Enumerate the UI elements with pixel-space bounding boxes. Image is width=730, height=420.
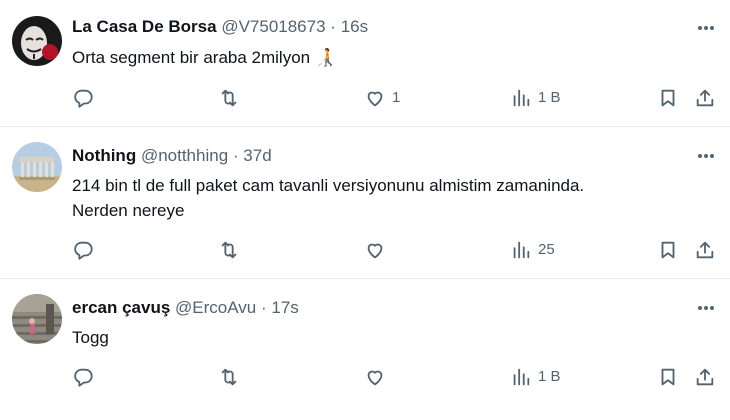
more-options-button[interactable] <box>696 18 716 38</box>
share-icon <box>696 368 714 386</box>
retweet-icon <box>221 241 237 259</box>
user-handle[interactable]: @V75018673 <box>221 17 325 36</box>
bookmark-button[interactable] <box>657 365 679 389</box>
tweet-text-line: 214 bin tl de full paket cam tavanli ver… <box>72 176 585 195</box>
bookmark-icon <box>661 368 675 386</box>
views-count: 1 B <box>538 368 561 385</box>
share-icon <box>696 241 714 259</box>
more-options-button[interactable] <box>696 146 716 166</box>
tweet-text: 214 bin tl de full paket cam tavanli ver… <box>72 173 712 223</box>
bookmark-icon <box>661 89 675 107</box>
tweet-header: Nothing @notthhing · 37d <box>72 146 272 166</box>
tweet-emoji: 🧑‍🦯 <box>314 48 337 67</box>
timestamp[interactable]: 16s <box>341 17 368 36</box>
retweet-icon <box>221 89 237 107</box>
like-button[interactable]: 1 <box>364 86 400 110</box>
share-icon <box>696 89 714 107</box>
tweet[interactable]: Nothing @notthhing · 37d 214 bin tl de f… <box>0 127 730 278</box>
bookmark-button[interactable] <box>657 238 679 262</box>
user-handle[interactable]: @notthhing <box>141 146 228 165</box>
like-count: 1 <box>392 89 401 106</box>
reply-icon <box>74 241 93 260</box>
like-button[interactable] <box>364 365 392 389</box>
like-button[interactable] <box>364 238 392 262</box>
separator-dot: · <box>232 146 239 165</box>
views-button[interactable]: 1 B <box>510 365 561 389</box>
views-count: 1 B <box>538 89 561 106</box>
views-button[interactable]: 25 <box>510 238 555 262</box>
retweet-button[interactable] <box>218 365 246 389</box>
views-bar-chart-icon <box>513 89 530 107</box>
timestamp[interactable]: 17s <box>271 298 298 317</box>
reply-button[interactable] <box>72 365 100 389</box>
display-name[interactable]: La Casa De Borsa <box>72 17 217 36</box>
tweet-text: Togg <box>72 325 712 350</box>
reply-icon <box>74 368 93 387</box>
bookmark-button[interactable] <box>657 86 679 110</box>
reply-icon <box>74 89 93 108</box>
more-horizontal-icon <box>698 154 714 158</box>
heart-icon <box>367 370 383 386</box>
heart-icon <box>367 243 383 259</box>
share-button[interactable] <box>694 238 716 262</box>
separator-dot: · <box>260 298 267 317</box>
user-handle[interactable]: @ErcoAvu <box>175 298 256 317</box>
tweet[interactable]: La Casa De Borsa @V75018673 · 16s Orta s… <box>0 0 730 127</box>
tweet[interactable]: ercan çavuş @ErcoAvu · 17s Togg 1 B <box>0 278 730 420</box>
more-horizontal-icon <box>698 306 714 310</box>
retweet-icon <box>221 368 237 386</box>
avatar[interactable] <box>12 294 62 344</box>
share-button[interactable] <box>694 86 716 110</box>
timestamp[interactable]: 37d <box>243 146 271 165</box>
retweet-button[interactable] <box>218 238 246 262</box>
views-button[interactable]: 1 B <box>510 86 561 110</box>
display-name[interactable]: Nothing <box>72 146 136 165</box>
display-name[interactable]: ercan çavuş <box>72 298 170 317</box>
more-horizontal-icon <box>698 26 714 30</box>
reply-button[interactable] <box>72 238 100 262</box>
more-options-button[interactable] <box>696 298 716 318</box>
avatar[interactable] <box>12 16 62 66</box>
reply-button[interactable] <box>72 86 100 110</box>
bookmark-icon <box>661 241 675 259</box>
tweet-header: ercan çavuş @ErcoAvu · 17s <box>72 298 299 318</box>
share-button[interactable] <box>694 365 716 389</box>
separator-dot: · <box>330 17 336 36</box>
views-bar-chart-icon <box>513 368 530 386</box>
retweet-button[interactable] <box>218 86 246 110</box>
tweet-text-content: Togg <box>72 328 109 347</box>
heart-icon <box>367 91 383 107</box>
avatar[interactable] <box>12 142 62 192</box>
tweet-text-line: Nerden nereye <box>72 201 185 220</box>
views-count: 25 <box>538 241 555 258</box>
tweet-text-content: Orta segment bir araba 2milyon <box>72 48 311 67</box>
views-bar-chart-icon <box>513 241 530 259</box>
tweet-text: Orta segment bir araba 2milyon 🧑‍🦯 <box>72 45 712 70</box>
tweet-header: La Casa De Borsa @V75018673 · 16s <box>72 17 368 37</box>
